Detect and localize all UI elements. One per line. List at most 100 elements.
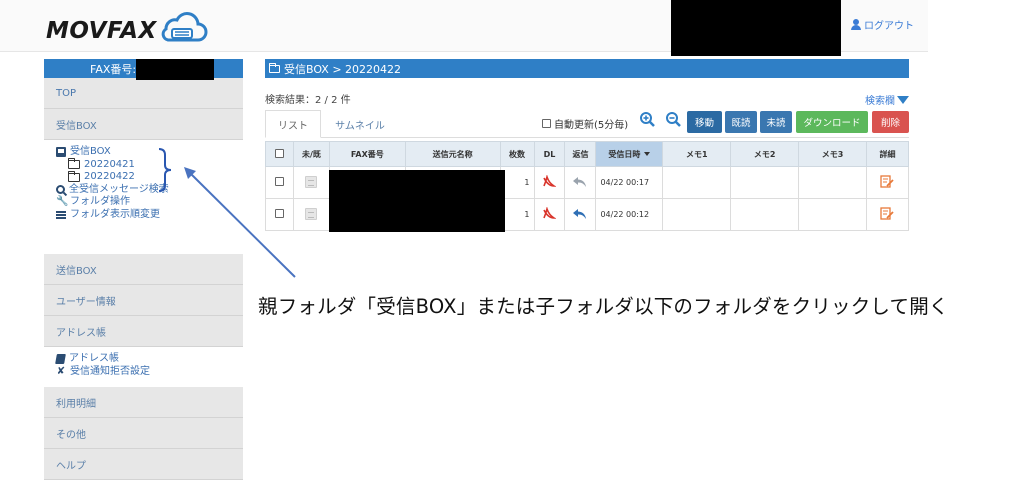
auto-update-toggle[interactable]: 自動更新(5分毎) (542, 116, 628, 131)
row-reply[interactable] (564, 166, 597, 199)
redacted-sender-info (329, 170, 505, 232)
breadcrumb-bar: 受信BOX > 20220422 (265, 59, 909, 78)
sidebar-item-label: 受信BOX (56, 120, 97, 132)
wrench-icon: 🔧 (56, 196, 69, 207)
sidebar-item-inbox[interactable]: 受信BOX (44, 109, 243, 140)
header-select-all[interactable] (265, 141, 294, 167)
tab-list[interactable]: リスト (265, 110, 321, 138)
sidebar-item-label: ヘルプ (56, 460, 86, 472)
sidebar-item-label: TOP (56, 87, 77, 99)
row-checkbox[interactable] (274, 209, 284, 218)
link-label: 全受信メッセージ検索 (69, 183, 169, 195)
folder-label: 20220421 (84, 158, 135, 170)
annotation-brace (158, 148, 172, 192)
pdf-icon[interactable] (542, 205, 558, 221)
row-memo2 (730, 198, 800, 231)
row-received-datetime: 04/22 00:17 (595, 166, 664, 199)
logo-text: MOVFAX (46, 18, 157, 44)
header-label: 受信日時 (608, 149, 641, 159)
table-header-row: 未/既 FAX番号 送信元名称 枚数 DL 返信 受信日時 メモ1 メモ2 メモ… (265, 141, 910, 167)
sidebar-item-usage[interactable]: 利用明細 (44, 387, 243, 418)
row-detail[interactable] (865, 198, 910, 231)
sidebar-item-top[interactable]: TOP (44, 78, 243, 109)
inbox-icon (56, 147, 66, 158)
row-reply[interactable] (564, 198, 597, 231)
header-memo1: メモ1 (662, 141, 732, 167)
search-panel-toggle[interactable]: 検索欄 (865, 92, 909, 107)
header-received-datetime[interactable]: 受信日時 (595, 141, 664, 167)
reject-notify-link[interactable]: ✘ 受信通知拒否設定 (56, 366, 233, 379)
folder-inbox-root[interactable]: 受信BOX (56, 146, 233, 159)
folder-icon (68, 170, 80, 182)
folder-open-icon (269, 62, 280, 73)
sidebar-item-userinfo[interactable]: ユーザー情報 (44, 285, 243, 316)
addressbook-link[interactable]: アドレス帳 (55, 353, 233, 366)
edit-detail-icon[interactable] (880, 206, 895, 221)
sidebar-item-addressbook[interactable]: アドレス帳 (44, 316, 243, 347)
sidebar-item-help[interactable]: ヘルプ (44, 449, 243, 480)
delete-button[interactable]: 削除 (872, 111, 909, 133)
annotation-caption: 親フォルダ「受信BOX」または子フォルダ以下のフォルダをクリックして開く (258, 295, 949, 318)
header-memo3: メモ3 (798, 141, 867, 167)
header-download: DL (533, 141, 566, 167)
folder-icon (68, 158, 80, 170)
mark-read-button[interactable]: 既読 (725, 111, 757, 133)
header-sender-name: 送信元名称 (404, 141, 501, 167)
header-pages: 枚数 (499, 141, 535, 167)
row-select[interactable] (265, 166, 294, 199)
row-detail[interactable] (865, 166, 910, 199)
zoom-in-icon[interactable] (639, 111, 655, 127)
fax-number-label: FAX番号: (90, 62, 137, 76)
row-select[interactable] (265, 198, 294, 231)
fax-number-bar: FAX番号: (44, 59, 243, 80)
row-pages: 1 (499, 166, 535, 199)
row-download[interactable] (533, 166, 566, 199)
sidebar-item-other[interactable]: その他 (44, 418, 243, 449)
bell-off-icon: ✘ (56, 365, 66, 377)
main-content: 受信BOX > 20220422 検索結果：2 / 2 件 検索欄 リスト サム… (265, 59, 910, 232)
link-label: フォルダ操作 (70, 196, 130, 207)
sidebar-item-label: ユーザー情報 (56, 296, 116, 308)
download-button[interactable]: ダウンロード (796, 111, 868, 133)
move-button[interactable]: 移動 (687, 111, 722, 133)
reply-icon[interactable] (572, 176, 588, 188)
mark-unread-button[interactable]: 未読 (760, 111, 792, 133)
tab-thumbnail[interactable]: サムネイル (325, 110, 395, 138)
auto-update-checkbox[interactable] (542, 119, 551, 128)
list-icon (56, 210, 66, 219)
pdf-icon[interactable] (542, 173, 558, 189)
header-fax-number: FAX番号 (328, 141, 406, 167)
sidebar-item-label: その他 (56, 429, 86, 441)
row-memo1 (662, 198, 732, 231)
cloud-fax-icon (161, 12, 208, 42)
search-toggle-label: 検索欄 (865, 96, 895, 107)
select-all-checkbox[interactable] (274, 148, 284, 158)
redacted-fax-number (136, 59, 214, 80)
movfax-logo[interactable]: MOVFAX (46, 10, 208, 46)
edit-detail-icon[interactable] (880, 174, 895, 189)
sort-desc-icon (644, 152, 651, 156)
row-memo3 (798, 198, 867, 231)
link-label: アドレス帳 (69, 353, 119, 364)
zoom-out-icon[interactable] (665, 111, 681, 127)
header-detail: 詳細 (865, 141, 910, 167)
triangle-down-icon (897, 95, 909, 104)
row-checkbox[interactable] (274, 177, 284, 186)
header-reply: 返信 (564, 141, 597, 167)
row-download[interactable] (533, 198, 566, 231)
sidebar-item-label: 送信BOX (56, 265, 97, 277)
logout-link[interactable]: ログアウト (851, 17, 914, 32)
folder-label: 20220422 (84, 171, 135, 182)
redacted-block (671, 0, 841, 56)
header-memo2: メモ2 (730, 141, 800, 167)
sidebar-item-label: アドレス帳 (56, 327, 106, 339)
header-read-status: 未/既 (292, 141, 330, 167)
auto-update-label: 自動更新(5分毎) (554, 120, 629, 131)
reply-icon[interactable] (572, 208, 588, 220)
row-memo1 (662, 166, 732, 199)
row-received-datetime: 04/22 00:12 (595, 198, 664, 231)
link-label: フォルダ表示順変更 (70, 208, 160, 220)
book-icon (55, 354, 66, 365)
search-icon (56, 185, 65, 195)
row-pages: 1 (499, 198, 535, 231)
